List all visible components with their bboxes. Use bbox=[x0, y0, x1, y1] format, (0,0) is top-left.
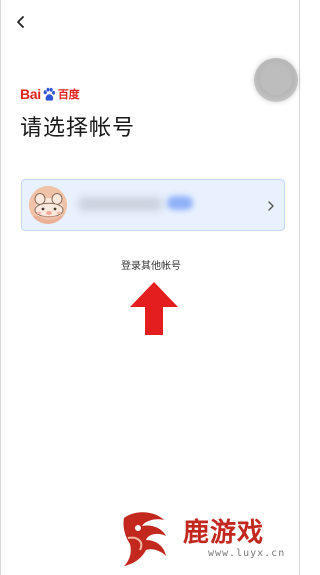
account-name-blurred bbox=[78, 197, 163, 211]
app-screen: Bai 百度 请选择帐号 登录其他帐号 鹿游戏 www.luyx.cn bbox=[0, 0, 300, 575]
page-title: 请选择帐号 bbox=[20, 116, 136, 141]
login-other-account-link[interactable]: 登录其他帐号 bbox=[1, 257, 301, 272]
avatar-icon bbox=[29, 186, 67, 224]
baidu-logo-cn: 百度 bbox=[57, 89, 80, 101]
baidu-logo: Bai 百度 bbox=[20, 86, 80, 102]
back-button[interactable] bbox=[9, 10, 33, 34]
baidu-paw-icon bbox=[43, 87, 55, 101]
watermark-url: www.luyx.cn bbox=[208, 548, 286, 559]
baidu-logo-latin: Bai bbox=[20, 86, 41, 102]
account-card[interactable] bbox=[21, 179, 285, 231]
watermark: 鹿游戏 www.luyx.cn bbox=[116, 508, 301, 568]
chevron-left-icon bbox=[17, 16, 24, 28]
login-other-account-label[interactable]: 登录其他帐号 bbox=[121, 261, 181, 272]
watermark-logo-icon bbox=[123, 512, 166, 566]
watermark-text: 鹿游戏 bbox=[183, 518, 265, 548]
account-badge-blurred bbox=[167, 196, 193, 210]
floating-assist-button[interactable] bbox=[254, 58, 298, 102]
chevron-right-icon bbox=[268, 201, 274, 211]
red-up-arrow-icon bbox=[130, 282, 178, 335]
